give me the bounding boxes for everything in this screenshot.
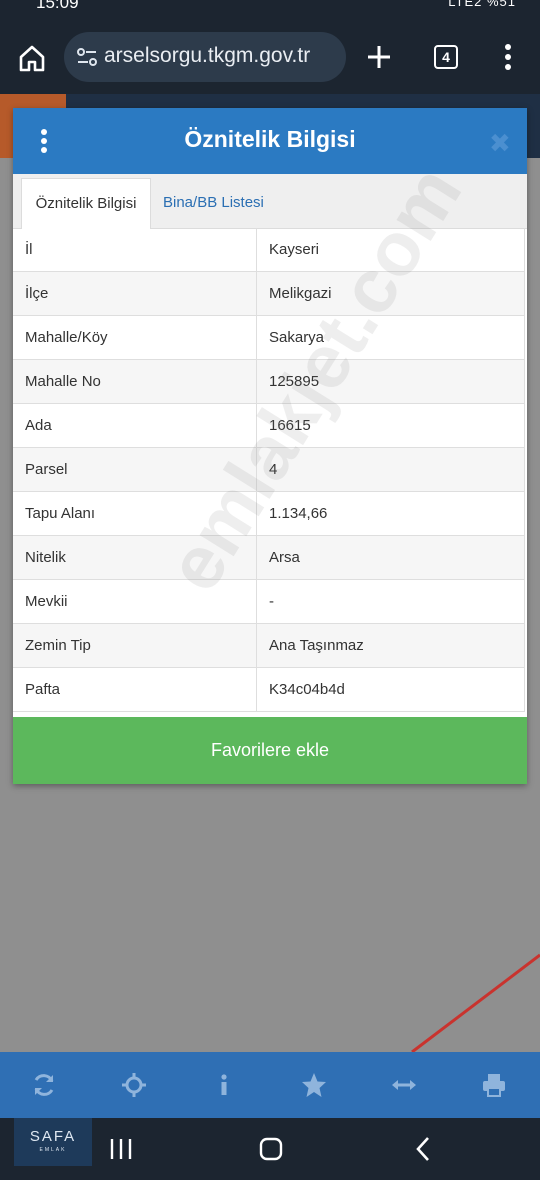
tab-building-list[interactable]: Bina/BB Listesi xyxy=(163,178,264,228)
home-nav-icon[interactable] xyxy=(258,1136,284,1162)
plus-icon[interactable] xyxy=(366,44,392,70)
star-icon[interactable] xyxy=(300,1071,328,1099)
attribute-value: Ana Taşınmaz xyxy=(256,623,525,668)
table-row: Mahalle/Köy Sakarya xyxy=(13,315,525,360)
attribute-value: Arsa xyxy=(256,535,525,580)
table-row: Pafta K34c04b4d xyxy=(13,667,525,712)
measure-icon[interactable] xyxy=(390,1071,418,1099)
print-icon[interactable] xyxy=(480,1071,508,1099)
home-icon[interactable] xyxy=(16,42,48,74)
attribute-value: - xyxy=(256,579,525,624)
attribute-key: Mahalle/Köy xyxy=(13,315,257,360)
attribute-value: K34c04b4d xyxy=(256,667,525,712)
safa-emlak-logo: SAFA EMLAK xyxy=(14,1118,92,1166)
attribute-key: Mahalle No xyxy=(13,359,257,404)
table-row: Zemin Tip Ana Taşınmaz xyxy=(13,623,525,668)
site-settings-icon[interactable] xyxy=(76,47,98,67)
logo-text: SAFA xyxy=(29,1128,77,1145)
logo-subtext: EMLAK xyxy=(39,1147,67,1153)
refresh-icon[interactable] xyxy=(30,1071,58,1099)
back-icon[interactable] xyxy=(414,1136,432,1162)
table-row: Mevkii - xyxy=(13,579,525,624)
attribute-key: İlçe xyxy=(13,271,257,316)
locate-icon[interactable] xyxy=(120,1071,148,1099)
status-time: 15:09 xyxy=(36,0,79,12)
table-row: Nitelik Arsa xyxy=(13,535,525,580)
close-icon[interactable]: ✖ xyxy=(489,128,511,159)
info-icon[interactable] xyxy=(210,1071,238,1099)
dialog-header: Öznitelik Bilgisi ✖ xyxy=(13,108,527,174)
dialog-title: Öznitelik Bilgisi xyxy=(184,126,356,152)
address-bar[interactable]: arselsorgu.tkgm.gov.tr xyxy=(64,32,346,82)
attribute-key: İl xyxy=(13,228,257,272)
tabs-icon[interactable]: 4 xyxy=(434,45,458,69)
attribute-key: Zemin Tip xyxy=(13,623,257,668)
status-bar: 15:09 LTE2 %51 xyxy=(0,0,540,14)
status-indicators: LTE2 %51 xyxy=(448,0,516,9)
attribute-key: Ada xyxy=(13,403,257,448)
recent-apps-icon[interactable] xyxy=(108,1138,134,1160)
browser-toolbar: arselsorgu.tkgm.gov.tr 4 xyxy=(0,14,540,94)
system-navigation-bar: SAFA EMLAK xyxy=(0,1118,540,1180)
table-row: İlçe Melikgazi xyxy=(13,271,525,316)
url-text[interactable]: arselsorgu.tkgm.gov.tr xyxy=(104,44,339,68)
add-to-favorites-button[interactable]: Favorilere ekle xyxy=(13,717,527,784)
more-vert-icon[interactable] xyxy=(500,43,516,71)
map-toolbar xyxy=(0,1052,540,1118)
attribute-value: 1.134,66 xyxy=(256,491,525,536)
attribute-key: Pafta xyxy=(13,667,257,712)
tab-attribute-info[interactable]: Öznitelik Bilgisi xyxy=(21,178,151,229)
